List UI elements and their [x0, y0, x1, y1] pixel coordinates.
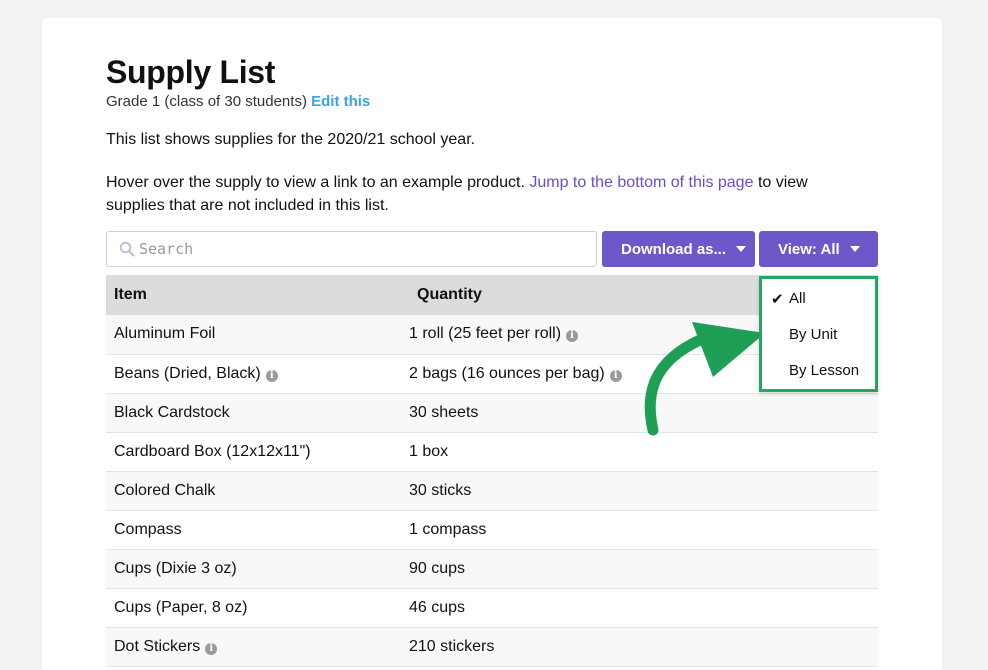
- quantity-cell: 210 stickers: [401, 627, 878, 666]
- quantity-value: 210 stickers: [409, 637, 495, 655]
- item-cell: Compass: [106, 510, 401, 549]
- hover-instructions: Hover over the supply to view a link to …: [106, 171, 846, 217]
- item-name: Cups (Paper, 8 oz): [114, 598, 248, 616]
- item-column-header[interactable]: Item: [106, 275, 401, 315]
- page-title: Supply List: [106, 54, 276, 90]
- quantity-cell: 90 cups: [401, 549, 878, 588]
- quantity-value: 1 roll (25 feet per roll): [409, 325, 562, 343]
- view-option-label: All: [789, 290, 806, 307]
- view-option-label: By Unit: [789, 326, 838, 343]
- view-option-by-lesson[interactable]: By Lesson: [762, 362, 872, 382]
- item-cell: Beans (Dried, Black) i: [106, 354, 401, 393]
- quantity-value: 46 cups: [409, 598, 466, 616]
- info-icon[interactable]: i: [205, 642, 218, 655]
- download-label: Download as...: [621, 240, 727, 258]
- quantity-cell: 1 compass: [401, 510, 878, 549]
- quantity-cell: 46 cups: [401, 588, 878, 627]
- item-name: Cardboard Box (12x12x11"): [114, 442, 311, 460]
- item-name: Dot Stickers: [114, 637, 201, 655]
- quantity-value: 30 sticks: [409, 481, 472, 499]
- item-name: Cups (Dixie 3 oz): [114, 559, 237, 577]
- table-row[interactable]: Dot Stickers i 210 stickers: [106, 627, 878, 666]
- table-row[interactable]: Compass 1 compass: [106, 510, 878, 549]
- quantity-cell: 30 sticks: [401, 471, 878, 510]
- search-input[interactable]: [139, 238, 579, 260]
- view-label: View: All: [778, 240, 840, 258]
- table-row[interactable]: Cups (Paper, 8 oz) 46 cups: [106, 588, 878, 627]
- item-name: Aluminum Foil: [114, 325, 216, 343]
- quantity-value: 2 bags (16 ounces per bag): [409, 364, 605, 382]
- callout-arrow: [644, 322, 765, 436]
- jump-to-bottom-link[interactable]: Jump to the bottom of this page: [529, 174, 753, 191]
- item-name: Compass: [114, 520, 182, 538]
- view-option-label: By Lesson: [789, 362, 860, 379]
- quantity-value: 30 sheets: [409, 403, 479, 421]
- item-name: Beans (Dried, Black): [114, 364, 261, 382]
- quantity-value: 90 cups: [409, 559, 466, 577]
- item-cell: Cups (Dixie 3 oz): [106, 549, 401, 588]
- item-name: Colored Chalk: [114, 481, 216, 499]
- school-year-text: This list shows supplies for the 2020/21…: [106, 131, 476, 148]
- table-row[interactable]: Cups (Dixie 3 oz) 90 cups: [106, 549, 878, 588]
- view-dropdown-button[interactable]: View: All: [759, 231, 878, 267]
- quantity-value: 1 box: [409, 442, 449, 460]
- item-cell: Cardboard Box (12x12x11"): [106, 432, 401, 471]
- arrow-head-icon: [692, 322, 765, 377]
- quantity-value: 1 compass: [409, 520, 487, 538]
- view-option-by-unit[interactable]: By Unit: [762, 326, 872, 346]
- caret-down-icon: [736, 246, 747, 252]
- info-icon[interactable]: i: [566, 330, 579, 343]
- caret-down-icon: [849, 246, 860, 252]
- grade-subtitle: Grade 1 (class of 30 students) Edit this: [106, 93, 370, 110]
- item-cell: Colored Chalk: [106, 471, 401, 510]
- download-as-button[interactable]: Download as...: [602, 231, 755, 267]
- search-box[interactable]: [106, 231, 597, 267]
- search-icon: [119, 241, 135, 257]
- checkmark-icon: ✔: [771, 291, 784, 308]
- item-cell: Dot Stickers i: [106, 627, 401, 666]
- view-dropdown-menu: ✔ All By Unit By Lesson: [759, 276, 878, 392]
- view-option-all[interactable]: ✔ All: [762, 290, 872, 310]
- hover-text: Hover over the supply to view a link to …: [106, 174, 525, 191]
- item-cell: Cups (Paper, 8 oz): [106, 588, 401, 627]
- item-cell: Black Cardstock: [106, 393, 401, 432]
- item-name: Black Cardstock: [114, 403, 230, 421]
- grade-text: Grade 1 (class of 30 students): [106, 93, 307, 110]
- table-row[interactable]: Colored Chalk 30 sticks: [106, 471, 878, 510]
- item-cell: Aluminum Foil: [106, 315, 401, 354]
- info-icon[interactable]: i: [609, 369, 622, 382]
- info-icon[interactable]: i: [265, 369, 278, 382]
- edit-link[interactable]: Edit this: [311, 93, 370, 110]
